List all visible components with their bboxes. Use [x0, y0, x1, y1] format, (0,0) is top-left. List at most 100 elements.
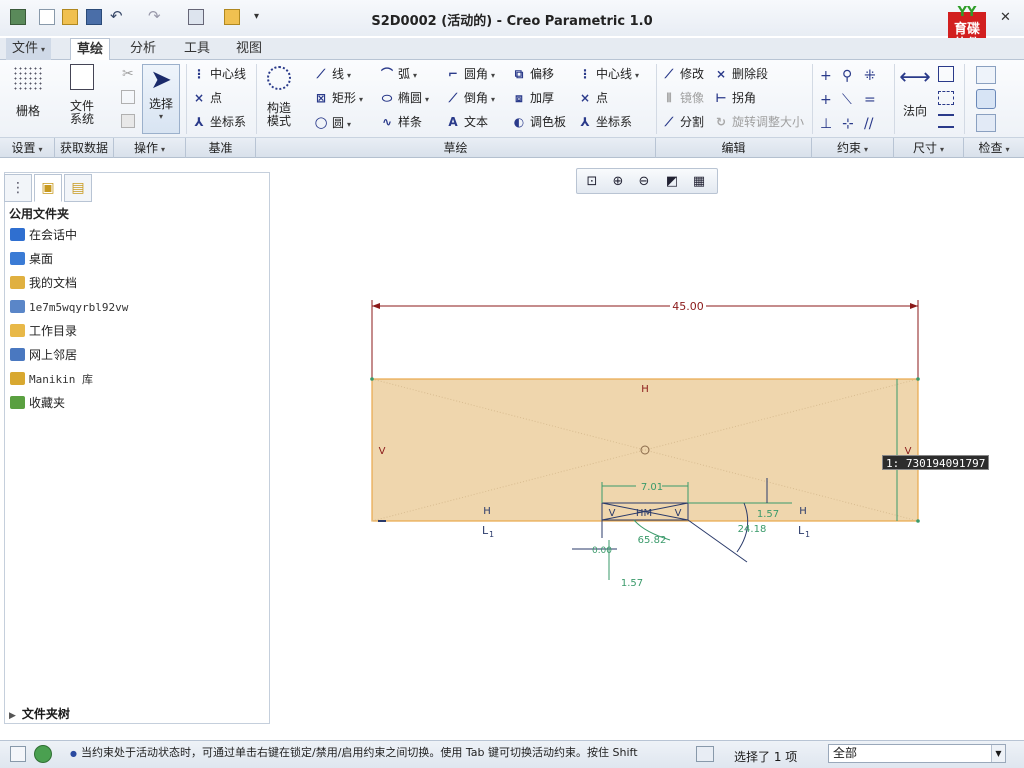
group-setup[interactable]: 设置 ▾ [0, 138, 55, 158]
navigator-toggle-icon[interactable] [10, 746, 26, 762]
cut-icon[interactable]: ✂ [122, 66, 134, 82]
group-constrain[interactable]: 约束 ▾ [812, 138, 894, 158]
ribbon-group-bar: 设置 ▾ 获取数据 操作 ▾ 基准 草绘 编辑 约束 ▾ 尺寸 ▾ 检查 ▾ [0, 138, 1024, 158]
parallel-constraint-icon[interactable]: // [864, 112, 886, 136]
folder-item[interactable]: Manikin 库 [10, 369, 93, 389]
group-datum[interactable]: 基准 [186, 138, 256, 158]
offset-button[interactable]: ⧉ 偏移 [512, 65, 554, 83]
datum-csys-button[interactable]: ⅄ 坐标系 [192, 113, 246, 131]
folder-item[interactable]: 1e7m5wqyrbl92vw [10, 297, 128, 317]
folder-item[interactable]: 工作目录 [10, 321, 77, 341]
horizontal-constraint-icon[interactable]: + [820, 88, 842, 112]
selection-filter-dropdown[interactable]: 全部 ▼ [828, 744, 1006, 763]
folder-item[interactable]: 桌面 [10, 249, 53, 269]
thicken-icon: ⧈ [515, 91, 523, 105]
reference-dimension-icon[interactable] [938, 91, 954, 105]
select-button[interactable]: ➤ 选择 ▾ [142, 64, 180, 134]
corner-button[interactable]: ⊢ 拐角 [714, 89, 757, 107]
line-button[interactable]: ⟋ 线 ▾ [314, 65, 351, 83]
folder-item[interactable]: 网上邻居 [10, 345, 77, 365]
rectangle-button[interactable]: ⊠ 矩形 ▾ [314, 89, 363, 107]
sketch-centerline-button[interactable]: ⋮ 中心线 ▾ [578, 65, 639, 83]
group-inspect[interactable]: 检查 ▾ [964, 138, 1024, 158]
folder-tree-label: 文件夹树 [21, 707, 70, 721]
spline-button[interactable]: ∿ 样条 [380, 113, 422, 131]
close-window-button[interactable]: ✕ [1000, 10, 1011, 25]
file-system-icon [70, 64, 94, 90]
file-system-button[interactable]: 文件 系统 [62, 64, 102, 126]
sketch-point-button[interactable]: × 点 [578, 89, 608, 107]
circle-button[interactable]: ○ 圆 ▾ [314, 113, 351, 131]
thicken-button[interactable]: ⧈ 加厚 [512, 89, 554, 107]
coincident-constraint-icon[interactable]: ⊹ [842, 112, 864, 136]
text-button[interactable]: A 文本 [446, 113, 488, 131]
equal-length-sub-right: 1 [805, 530, 810, 539]
group-sketching[interactable]: 草绘 [256, 138, 656, 158]
sketch-csys-button[interactable]: ⅄ 坐标系 [578, 113, 632, 131]
fillet-label: 圆角 [464, 67, 489, 81]
group-operations[interactable]: 操作 ▾ [114, 138, 186, 158]
datum-centerline-button[interactable]: ⋮ 中心线 [192, 65, 246, 83]
fillet-button[interactable]: ⌐ 圆角 ▾ [446, 65, 495, 83]
highlight-open-ends-icon[interactable] [976, 89, 996, 109]
selection-filter-icon[interactable] [696, 746, 714, 762]
tab-sketch[interactable]: 草绘 [70, 38, 111, 61]
grid-icon [13, 66, 43, 90]
dimension-45-text[interactable]: 45.00 [672, 300, 704, 313]
dimension-157-upper-text[interactable]: 1.57 [757, 509, 779, 520]
datum-point-button[interactable]: × 点 [192, 89, 222, 107]
mirror-button[interactable]: ⫴ 镜像 [662, 89, 704, 107]
copy-icon[interactable] [121, 90, 135, 104]
chamfer-button[interactable]: ⟋ 倒角 ▾ [446, 89, 495, 107]
tab-file[interactable]: 文件 ▾ [6, 38, 52, 60]
dimension-2418-text[interactable]: 24.18 [738, 524, 767, 535]
divide-button[interactable]: ⟋ 分割 [662, 113, 704, 131]
favorites-tab[interactable]: ▤ [64, 174, 92, 202]
arc-button[interactable]: ⌒ 弧 ▾ [380, 65, 417, 83]
normal-dimension-button[interactable]: ⟷ 法向 [896, 66, 934, 119]
model-tree-tab[interactable]: ⋮ [4, 174, 32, 202]
folder-item[interactable]: 在会话中 [10, 225, 77, 245]
rotate-resize-button[interactable]: ↻ 旋转调整大小 [714, 113, 804, 131]
selection-count: 选择了 1 项 [734, 750, 798, 764]
equal-constraint-icon[interactable]: = [864, 88, 886, 112]
group-get-data[interactable]: 获取数据 [55, 138, 114, 158]
tangent-constraint-icon[interactable]: ⚲ [842, 64, 864, 88]
paste-icon[interactable] [121, 114, 135, 128]
folder-tree-toggle[interactable]: ▶ 文件夹树 [9, 705, 70, 722]
folder-browser-tab[interactable]: ▣ [34, 174, 62, 202]
dimension-arrow [910, 303, 918, 309]
group-editing[interactable]: 编辑 [656, 138, 812, 158]
modify-button[interactable]: ⟋ 修改 [662, 65, 704, 83]
tab-tools[interactable]: 工具 [178, 38, 216, 60]
dimension-7-text[interactable]: 7.01 [641, 482, 663, 493]
perimeter-dimension-icon[interactable] [938, 66, 954, 82]
perpendicular-constraint-icon[interactable]: ⊥ [820, 112, 842, 136]
baseline-dimension-icon[interactable] [938, 114, 954, 128]
delete-segment-button[interactable]: ⨯ 删除段 [714, 65, 768, 83]
palette-button[interactable]: ◐ 调色板 [512, 113, 566, 131]
dimension-157-lower-text[interactable]: 1.57 [621, 578, 643, 589]
folder-icon [10, 396, 25, 409]
symmetric-constraint-icon[interactable]: ⁜ [864, 64, 886, 88]
divide-label: 分割 [680, 115, 705, 129]
group-dimension[interactable]: 尺寸 ▾ [894, 138, 964, 158]
chevron-down-icon: ▾ [347, 120, 352, 129]
shade-closed-loops-icon[interactable] [976, 114, 996, 132]
dimension-6582-text[interactable]: 65.82 [638, 535, 667, 546]
cursor-arrow-icon: ➤ [150, 65, 172, 95]
vertical-constraint-icon[interactable]: + [820, 64, 842, 88]
rectangle-icon: ⊠ [315, 91, 327, 105]
overlapping-geometry-icon[interactable] [976, 66, 996, 84]
sketch-canvas[interactable]: 45.00 H V V H H L 1 L 1 V HM V 7.01 1.57… [272, 160, 1024, 738]
browser-globe-icon[interactable] [34, 745, 52, 763]
grid-button[interactable]: 栅格 [8, 66, 48, 119]
construction-mode-button[interactable]: 构造 模式 [260, 66, 298, 128]
folder-item[interactable]: 收藏夹 [10, 393, 65, 413]
midpoint-constraint-icon[interactable]: ⟍ [842, 88, 864, 112]
folder-item[interactable]: 我的文档 [10, 273, 77, 293]
folder-item-label: Manikin 库 [29, 373, 93, 386]
ellipse-button[interactable]: ⬭ 椭圆 ▾ [380, 89, 429, 107]
tab-view[interactable]: 视图 [230, 38, 268, 60]
tab-analysis[interactable]: 分析 [124, 38, 162, 60]
